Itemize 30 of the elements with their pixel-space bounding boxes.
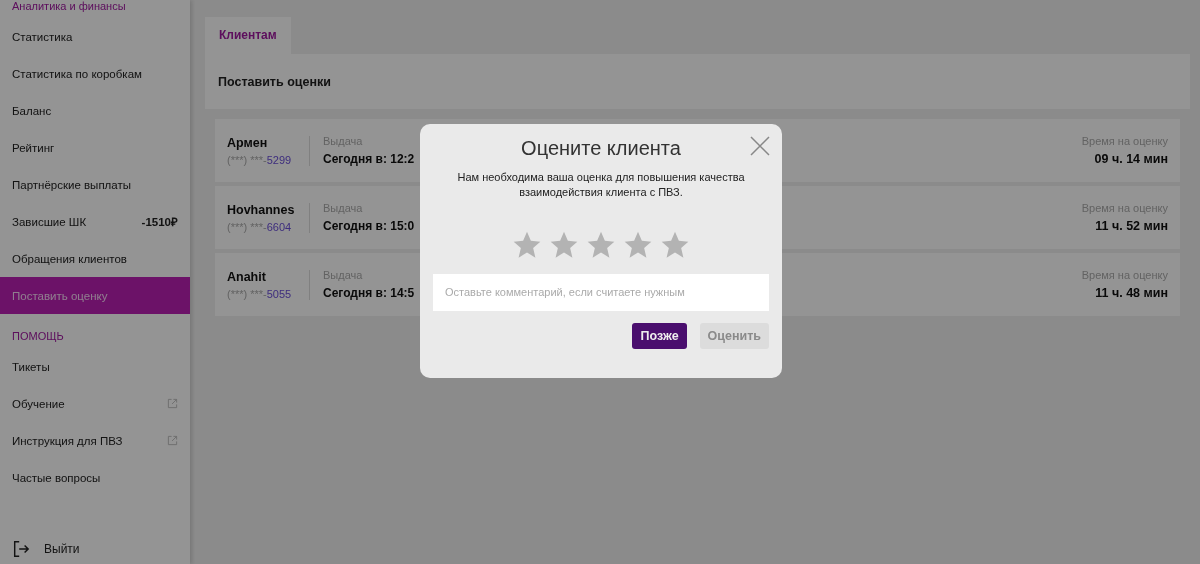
client-phone: (***) ***-6604 — [227, 220, 293, 233]
section-heading: Аналитика и финансы — [11, 0, 127, 14]
issue-time: Сегодня в: 15:0 — [323, 219, 415, 233]
client-phone: (***) ***-5299 — [227, 153, 293, 166]
dialog-text: Нам необходима ваша оценка для повышения качества взаимодействия клиента с ПВЗ. — [456, 170, 746, 201]
sidebar-item-label: Баланс — [12, 104, 53, 117]
section-heading: ПОМОЩЬ — [11, 329, 65, 344]
sidebar-item-label: Статистика по коробкам — [12, 67, 143, 80]
sidebar-item-label: Частые вопросы — [12, 471, 102, 484]
debt-amount: -1510₽ — [141, 215, 178, 229]
sidebar-item-label: Инструкция для ПВЗ — [12, 434, 124, 447]
client-name: Hovhannes — [227, 202, 296, 217]
sidebar-item-label: Тикеты — [12, 360, 51, 373]
timer-value: 09 ч. 14 мин — [1094, 152, 1168, 166]
issue-time: Сегодня в: 12:2 — [323, 152, 415, 166]
timer-value: 11 ч. 52 мин — [1095, 219, 1168, 233]
timer-value: 11 ч. 48 мин — [1095, 286, 1168, 300]
issue-time: Сегодня в: 14:5 — [323, 286, 415, 300]
sidebar-item-label: Статистика — [12, 30, 74, 43]
section-title: Поставить оценки — [218, 74, 331, 89]
dialog-title: Оцените клиента — [521, 137, 681, 160]
client-name: Армен — [227, 135, 269, 150]
sidebar-item-label: Поставить оценку — [12, 289, 109, 302]
client-phone: (***) ***-5055 — [227, 287, 293, 300]
sidebar-item-label: Зависшие ШК — [12, 215, 88, 228]
sidebar-item-label: Обращения клиентов — [12, 252, 128, 265]
sidebar-item-label: Обучение — [12, 397, 66, 410]
client-name: Anahit — [227, 269, 267, 284]
sidebar-item-label: Партнёрские выплаты — [12, 178, 132, 191]
sidebar-item-label: Рейтинг — [12, 141, 56, 154]
